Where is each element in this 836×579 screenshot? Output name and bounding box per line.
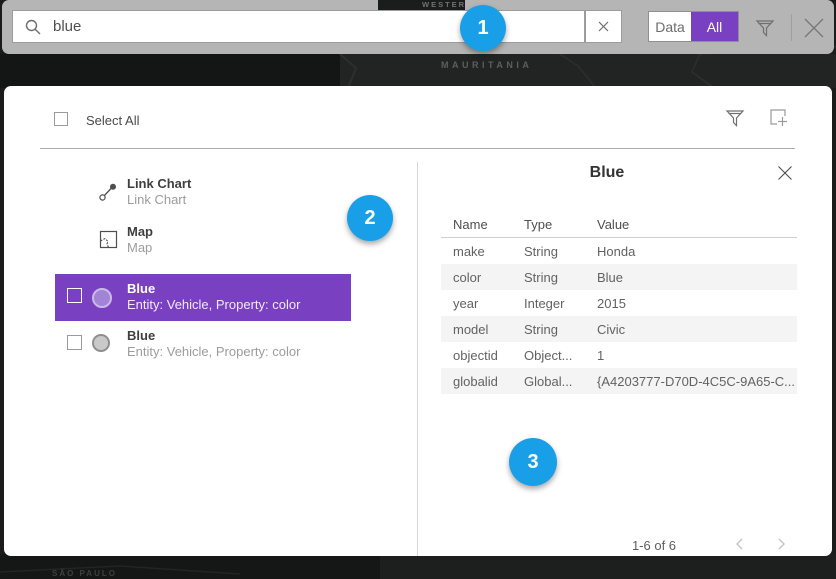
list-item-title: Blue: [127, 281, 155, 296]
table-row[interactable]: globalid Global... {A4203777-D70D-4C5C-9…: [441, 368, 797, 394]
callout-1: 1: [460, 5, 506, 51]
detail-title: Blue: [417, 164, 797, 182]
map-label-sao-paulo: SÃO PAULO: [52, 569, 117, 578]
close-icon: [802, 16, 826, 40]
item-checkbox[interactable]: [67, 335, 82, 350]
clear-search-button[interactable]: [585, 10, 622, 43]
select-all-checkbox[interactable]: [54, 112, 68, 126]
link-chart-icon: [98, 182, 118, 202]
scope-data-button[interactable]: Data: [649, 12, 691, 41]
list-item-subtitle: Map: [127, 240, 152, 255]
table-row[interactable]: make String Honda: [441, 238, 797, 264]
scope-toggle: Data All: [648, 11, 739, 42]
select-all-label: Select All: [86, 113, 139, 128]
entity-circle-icon: [92, 288, 112, 308]
list-item-subtitle: Link Chart: [127, 192, 186, 207]
clear-x-icon: [598, 21, 609, 32]
map-label-western-sahara: WESTER: [378, 0, 465, 10]
pagination-label: 1-6 of 6: [604, 538, 704, 553]
column-header: Name: [441, 217, 524, 232]
list-item-title[interactable]: Link Chart: [127, 176, 191, 191]
scope-all-button[interactable]: All: [691, 12, 738, 41]
panel-filter-button[interactable]: [724, 108, 746, 130]
close-search-button[interactable]: [797, 13, 831, 42]
close-icon: [777, 165, 793, 181]
table-row[interactable]: year Integer 2015: [441, 290, 797, 316]
list-detail-divider: [417, 162, 418, 556]
pagination-prev-button[interactable]: [727, 532, 753, 558]
filter-icon: [725, 108, 745, 128]
list-item-title[interactable]: Blue: [127, 328, 155, 343]
toolbar-divider: [791, 14, 792, 41]
column-header: Type: [524, 217, 597, 232]
item-checkbox[interactable]: [67, 288, 82, 303]
filter-icon: [755, 18, 775, 38]
pagination-next-button[interactable]: [768, 532, 794, 558]
map-icon: [99, 230, 118, 249]
toolbar-filter-button[interactable]: [752, 15, 778, 41]
callout-3: 3: [509, 438, 557, 486]
list-item-selected[interactable]: Blue Entity: Vehicle, Property: color: [55, 274, 351, 321]
chevron-right-icon: [775, 536, 787, 552]
list-item-subtitle: Entity: Vehicle, Property: color: [127, 344, 300, 359]
column-header: Value: [597, 217, 797, 232]
results-panel: Select All Link Chart Link Chart: [4, 86, 832, 556]
table-row[interactable]: objectid Object... 1: [441, 342, 797, 368]
header-divider: [40, 148, 795, 149]
table-row[interactable]: color String Blue: [441, 264, 797, 290]
add-selection-icon: [769, 108, 789, 128]
list-item-subtitle: Entity: Vehicle, Property: color: [127, 297, 300, 312]
map-label-mauritania: MAURITANIA: [441, 60, 532, 70]
attribute-table: Name Type Value make String Honda color …: [441, 212, 797, 394]
callout-2: 2: [347, 195, 393, 241]
list-item-title[interactable]: Map: [127, 224, 153, 239]
search-icon: [25, 19, 41, 35]
add-to-selection-button[interactable]: [768, 108, 790, 130]
table-header-row: Name Type Value: [441, 212, 797, 238]
detail-close-button[interactable]: [775, 164, 795, 184]
entity-circle-icon: [92, 334, 110, 352]
app-window: MAURITANIA SÃO PAULO Data All: [0, 0, 836, 579]
table-row[interactable]: model String Civic: [441, 316, 797, 342]
chevron-left-icon: [734, 536, 746, 552]
